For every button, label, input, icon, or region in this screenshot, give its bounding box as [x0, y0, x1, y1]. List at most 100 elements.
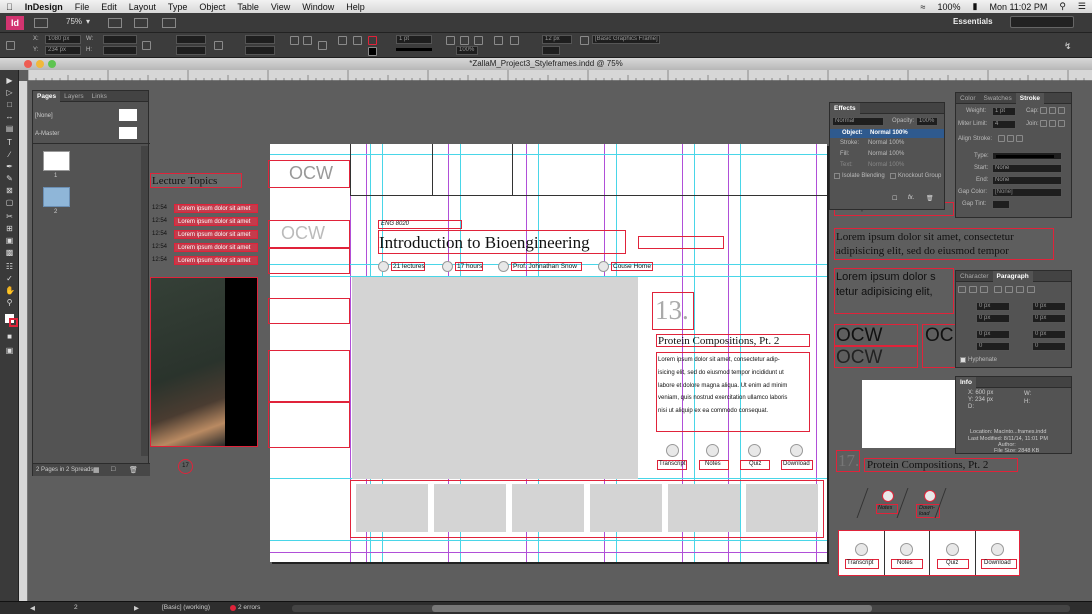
formatting-icon[interactable]: ■: [5, 332, 14, 341]
ocw-sample-2[interactable]: OCW: [834, 346, 918, 368]
selection-tool-icon[interactable]: ▶: [5, 76, 14, 85]
align-right-icon[interactable]: [980, 286, 988, 293]
video-placeholder[interactable]: [352, 277, 638, 479]
pen-tool-icon[interactable]: ✒: [5, 162, 14, 171]
menu-window[interactable]: Window: [296, 2, 340, 12]
constrain-proportions-icon[interactable]: [142, 41, 151, 50]
thumbnail-3[interactable]: [512, 484, 584, 532]
zoom-level[interactable]: 75%: [66, 17, 82, 26]
reference-point-icon[interactable]: [6, 41, 15, 50]
space-after-field[interactable]: 0 px: [1032, 330, 1066, 339]
tab-paragraph[interactable]: Paragraph: [992, 270, 1033, 282]
blend-mode-select[interactable]: Normal: [832, 117, 884, 126]
menu-object[interactable]: Object: [193, 2, 231, 12]
scissors-tool-icon[interactable]: ✂: [5, 212, 14, 221]
action-bar-sample[interactable]: Transcript Notes Quiz Download: [838, 530, 1020, 576]
pencil-tool-icon[interactable]: ✎: [5, 174, 14, 183]
quiz-icon[interactable]: [748, 444, 761, 457]
effects-opacity-field[interactable]: 100%: [916, 117, 938, 126]
direct-selection-tool-icon[interactable]: ▷: [5, 88, 14, 97]
notes-icon[interactable]: [706, 444, 719, 457]
mini-download-icon[interactable]: [924, 490, 936, 502]
effects-fx-icon[interactable]: [474, 36, 483, 45]
new-page-icon[interactable]: □: [111, 466, 115, 473]
bridge-icon[interactable]: [34, 18, 48, 28]
align-center-icon[interactable]: [969, 286, 977, 293]
sample-notes-icon[interactable]: [900, 543, 913, 556]
miter-join-icon[interactable]: [1040, 120, 1047, 127]
drop-cap-lines-field[interactable]: 0: [976, 342, 1010, 351]
tab-links[interactable]: Links: [88, 93, 111, 100]
tab-pages[interactable]: Pages: [33, 90, 61, 102]
clock[interactable]: Mon 11:02 PM: [983, 2, 1053, 12]
select-content-icon[interactable]: [353, 36, 362, 45]
transcript-icon[interactable]: [666, 444, 679, 457]
stroke-weight-field[interactable]: 1 pt: [396, 35, 432, 44]
rectangle-tool-icon[interactable]: ▢: [5, 198, 14, 207]
preflight-profile[interactable]: [Basic] (working): [162, 604, 210, 611]
free-transform-tool-icon[interactable]: ⊞: [5, 224, 14, 233]
menu-type[interactable]: Type: [162, 2, 194, 12]
menu-layout[interactable]: Layout: [123, 2, 162, 12]
round-cap-icon[interactable]: [1049, 107, 1056, 114]
zoom-tool-icon[interactable]: ⚲: [5, 298, 14, 307]
type-tool-icon[interactable]: T: [5, 138, 14, 147]
distribute-icon[interactable]: [510, 36, 519, 45]
space-before-field[interactable]: 0 px: [976, 330, 1010, 339]
apple-icon[interactable]: : [0, 2, 19, 12]
close-window-icon[interactable]: [24, 60, 32, 68]
effects-row-fill[interactable]: Fill: Normal 100%: [830, 150, 944, 159]
justify-left-icon[interactable]: [994, 286, 1002, 293]
stroke-color-icon[interactable]: [9, 318, 18, 327]
tab-color[interactable]: Color: [956, 95, 980, 102]
wifi-icon[interactable]: ≈: [915, 2, 932, 12]
topic-item[interactable]: Lorem ipsum dolor sit amet: [174, 204, 258, 213]
quiz-button[interactable]: Quiz: [740, 460, 770, 470]
sample-quiz-icon[interactable]: [946, 543, 959, 556]
content-collector-icon[interactable]: ▤: [5, 124, 14, 133]
effects-row-text[interactable]: Text: Normal 100%: [830, 161, 944, 170]
tab-swatches[interactable]: Swatches: [980, 95, 1016, 102]
topic-item[interactable]: Lorem ipsum dolor sit amet: [174, 217, 258, 226]
tab-character[interactable]: Character: [956, 273, 993, 280]
app-menu[interactable]: InDesign: [19, 2, 69, 12]
screen-mode-icon[interactable]: [134, 18, 148, 28]
ocw-sample-1[interactable]: OCW: [834, 324, 918, 346]
ocw-logo-frame[interactable]: OCW: [268, 160, 350, 188]
horizontal-scrollbar[interactable]: [292, 605, 1070, 612]
fitting-icon[interactable]: [460, 36, 469, 45]
constrain-scale-icon[interactable]: [214, 41, 223, 50]
x-position-field[interactable]: 1080 px: [45, 35, 81, 44]
menu-view[interactable]: View: [265, 2, 296, 12]
hand-tool-icon[interactable]: ✋: [5, 286, 15, 295]
menu-edit[interactable]: Edit: [95, 2, 123, 12]
align-icon[interactable]: [494, 36, 503, 45]
trash-icon[interactable]: 🗑: [926, 195, 934, 202]
meta-course-home[interactable]: Couse Home: [613, 263, 651, 270]
topic-item[interactable]: Lorem ipsum dolor sit amet: [174, 243, 258, 252]
butt-cap-icon[interactable]: [1040, 107, 1047, 114]
rotate-ccw-icon[interactable]: [303, 36, 312, 45]
lecture-17-number-frame[interactable]: 17.: [836, 450, 860, 472]
isolate-blending-checkbox[interactable]: [834, 173, 840, 179]
transcript-button[interactable]: Transcript: [657, 460, 687, 470]
lecture-title-frame[interactable]: Protein Compositions, Pt. 2: [656, 334, 810, 347]
text-wrap-icon[interactable]: [446, 36, 455, 45]
gap-tool-icon[interactable]: ↔: [5, 112, 14, 121]
opacity-field[interactable]: 100%: [456, 46, 478, 55]
columns-field[interactable]: [542, 46, 560, 55]
preflight-errors[interactable]: 2 errors: [238, 604, 260, 611]
height-field[interactable]: [103, 46, 137, 55]
ocw-sample-3[interactable]: OC: [922, 324, 956, 368]
gradient-feather-tool-icon[interactable]: ▩: [5, 248, 14, 257]
lecture-17-title-frame[interactable]: Protein Compositions, Pt. 2: [864, 458, 1018, 472]
round-join-icon[interactable]: [1049, 120, 1056, 127]
scale-x-field[interactable]: [176, 35, 206, 44]
align-outside-stroke-icon[interactable]: [1016, 135, 1023, 142]
miter-limit-field[interactable]: 4: [992, 120, 1016, 129]
effects-row-object[interactable]: Object: Normal 100%: [830, 129, 944, 138]
trash-icon[interactable]: 🗑: [129, 466, 138, 474]
master-a[interactable]: A-Master: [35, 131, 59, 137]
tab-info[interactable]: Info: [956, 376, 976, 388]
stroke-type-selector[interactable]: [396, 48, 432, 51]
